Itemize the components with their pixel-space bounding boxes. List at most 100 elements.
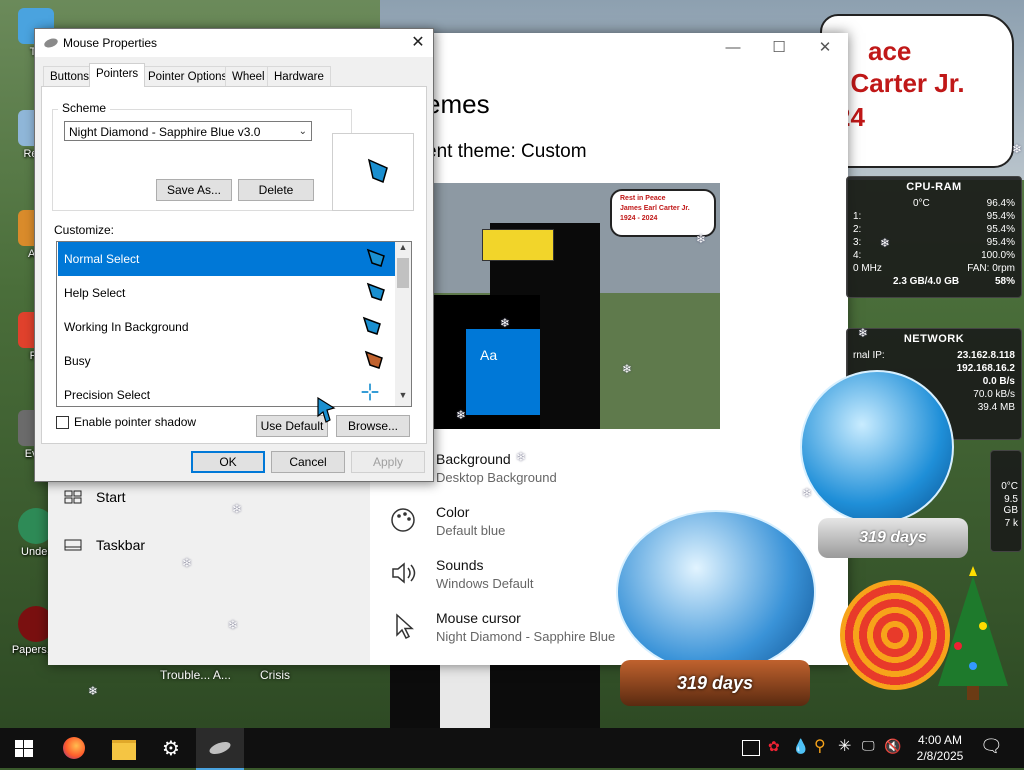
tab-wheel[interactable]: Wheel xyxy=(225,66,272,87)
nav-item-start[interactable]: Start xyxy=(64,489,126,505)
tab-hardware[interactable]: Hardware xyxy=(267,66,331,87)
delete-button[interactable]: Delete xyxy=(238,179,314,201)
windows-start-icon xyxy=(15,740,33,757)
net-rate: 0.0 B/s xyxy=(982,376,1015,387)
cursor-row-label: Help Select xyxy=(64,286,126,300)
checkbox-box[interactable] xyxy=(56,415,69,429)
firefox-icon xyxy=(63,737,85,759)
core-label: 3: xyxy=(853,237,862,248)
extra-temp: 0°C xyxy=(1001,481,1018,492)
pointers-tab-pane: Scheme Night Diamond - Sapphire Blue v3.… xyxy=(41,86,427,444)
cpu-temp: 0°C xyxy=(913,198,930,209)
close-icon[interactable]: ✕ xyxy=(403,29,433,57)
desktop-icon-label: Under xyxy=(21,546,51,558)
cursor-row-label: Normal Select xyxy=(64,252,140,266)
globe-base: 319 days xyxy=(818,518,968,558)
snowflake-icon: ❄ xyxy=(858,326,869,340)
maximize-button[interactable]: ☐ xyxy=(756,33,802,63)
network-icon[interactable]: 🖵 xyxy=(862,738,875,754)
core-label: 2: xyxy=(853,224,862,235)
net-internal-row: rnal IP: 23.162.8.118 xyxy=(847,349,1021,362)
snowflake-icon: ❄ xyxy=(622,362,633,376)
close-button[interactable]: ✕ xyxy=(802,33,848,63)
tab-pointers[interactable]: Pointers xyxy=(89,63,146,87)
taskbar: ⚙ ✿ 💧 ⚲ ✳ 🖵 🔇 4:00 AM 2/8/2025 🗨 xyxy=(0,728,1024,770)
speech-line-1: ace xyxy=(868,36,912,66)
snow-globe-left: 319 days xyxy=(610,510,820,720)
scroll-up-arrow-icon[interactable]: ▲ xyxy=(395,242,411,252)
snowflake-icon: ❄ xyxy=(456,408,467,422)
globe-glass xyxy=(616,510,816,674)
cursor-row-busy[interactable]: Busy xyxy=(58,344,396,378)
extra-value: 7 k xyxy=(1004,518,1018,529)
working-cursor-icon xyxy=(362,316,381,335)
cpu-freq-row: 0 MHz FAN: 0rpm xyxy=(847,262,1021,275)
crosshair-cursor-icon xyxy=(361,383,379,401)
snowflake-icon: ❄ xyxy=(500,316,511,330)
net-internal-ip: 23.162.8.118 xyxy=(957,350,1015,361)
cursor-list[interactable]: Normal Select Help Select Working In Bac… xyxy=(56,241,412,407)
taskbar-mouse-properties[interactable] xyxy=(196,728,244,770)
ram-percent: 58% xyxy=(994,276,1015,287)
minimize-button[interactable]: — xyxy=(710,33,756,63)
scroll-down-arrow-icon[interactable]: ▼ xyxy=(395,390,411,400)
clock[interactable]: 4:00 AM 2/8/2025 xyxy=(912,732,968,764)
volume-muted-icon[interactable]: 🔇 xyxy=(884,738,901,755)
core-label: 4: xyxy=(853,250,862,261)
preview-speech-line: James Earl Carter Jr. xyxy=(620,205,690,212)
wallpaper-speech-bubble: ace l Carter Jr. 24 xyxy=(820,14,1014,168)
cursor-list-scrollbar[interactable]: ▲ ▼ xyxy=(395,242,411,406)
extra-gadget: 0°C 9.5 GB 7 k xyxy=(990,450,1022,552)
mouse-pointer-icon xyxy=(317,396,336,423)
scheme-group-label: Scheme xyxy=(58,101,111,115)
scrollbar-thumb[interactable] xyxy=(397,258,409,288)
snowflake-icon: ❄ xyxy=(696,232,707,246)
checkbox-label: Enable pointer shadow xyxy=(74,415,197,429)
ok-button[interactable]: OK xyxy=(191,451,265,473)
pointer-shadow-checkbox[interactable]: Enable pointer shadow xyxy=(56,415,196,429)
cpu-total-row: 0°C 96.4% xyxy=(847,197,1021,210)
extra-storage: 9.5 GB xyxy=(1003,494,1018,516)
browse-button[interactable]: Browse... xyxy=(336,415,410,437)
busy-cursor-icon xyxy=(364,350,383,369)
start-button[interactable] xyxy=(0,728,48,768)
page-title: emes xyxy=(426,89,490,119)
tray-app-icon[interactable] xyxy=(742,740,760,756)
preview-hair xyxy=(482,229,554,261)
normal-select-cursor-icon xyxy=(366,248,385,267)
cursor-row-help-select[interactable]: Help Select xyxy=(58,276,396,310)
save-as-button[interactable]: Save As... xyxy=(156,179,232,201)
scheme-dropdown-value: Night Diamond - Sapphire Blue v3.0 xyxy=(69,125,261,139)
help-select-cursor-icon xyxy=(366,282,385,301)
theme-item-background[interactable]: Background Desktop Background xyxy=(436,451,716,485)
dialog-title-bar[interactable]: Mouse Properties ✕ xyxy=(35,29,433,57)
snowflake-icon: ❄ xyxy=(232,502,243,516)
theme-item-title: Background xyxy=(436,451,511,467)
net-label: rnal IP: xyxy=(853,350,885,361)
cancel-button[interactable]: Cancel xyxy=(271,451,345,473)
ram-usage: 2.3 GB/4.0 GB xyxy=(893,276,960,287)
taskbar-file-explorer[interactable] xyxy=(100,728,148,768)
customize-label: Customize: xyxy=(54,223,115,237)
taskbar-icon xyxy=(64,539,82,551)
snowflake-icon: ❄ xyxy=(182,556,193,570)
fan-speed: FAN: 0rpm xyxy=(967,263,1015,274)
theme-preview: Rest in Peace James Earl Carter Jr. 1924… xyxy=(430,183,720,429)
tray-color-icon[interactable]: ✿ xyxy=(768,738,780,755)
tray-water-drop-icon[interactable]: 💧 xyxy=(792,738,809,755)
taskbar-settings[interactable]: ⚙ xyxy=(148,728,196,768)
preview-sample-text: Aa xyxy=(480,347,498,363)
tray-sparkle-icon[interactable]: ✳ xyxy=(838,736,851,756)
desktop-icon-label-crisis[interactable]: Crisis xyxy=(260,668,290,682)
tab-pointer-options[interactable]: Pointer Options xyxy=(141,66,235,87)
notifications-icon[interactable]: 🗨 xyxy=(980,736,1003,757)
cursor-row-precision-select[interactable]: Precision Select xyxy=(58,378,396,406)
nav-item-taskbar[interactable]: Taskbar xyxy=(64,537,145,553)
taskbar-firefox[interactable] xyxy=(50,728,98,768)
desktop-icon-label-trouble[interactable]: Trouble... A... xyxy=(160,668,231,682)
nav-item-label: Start xyxy=(96,489,126,505)
tray-search-icon[interactable]: ⚲ xyxy=(814,736,826,756)
cursor-row-working-in-background[interactable]: Working In Background xyxy=(58,310,396,344)
cursor-row-normal-select[interactable]: Normal Select xyxy=(58,242,396,276)
scheme-dropdown[interactable]: Night Diamond - Sapphire Blue v3.0 ⌄ xyxy=(64,121,312,141)
